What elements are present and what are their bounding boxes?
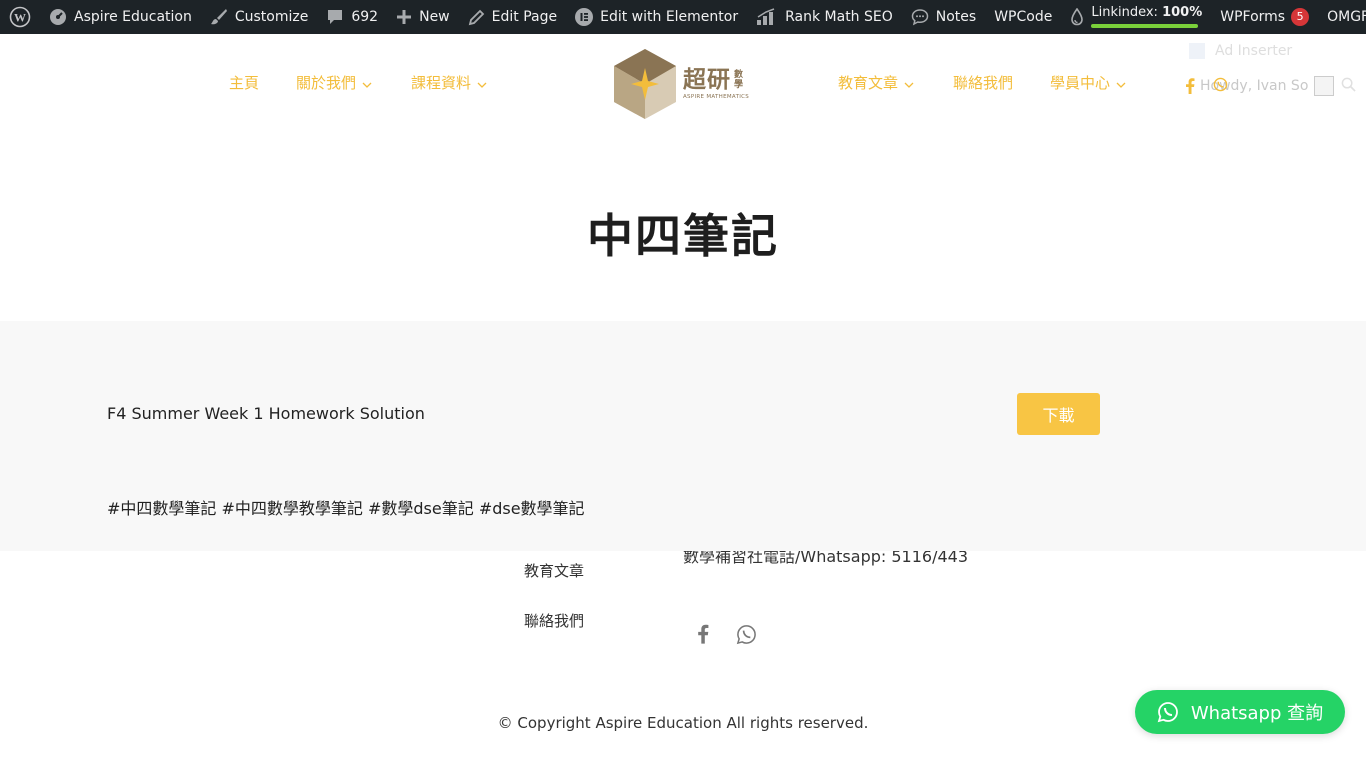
logo-chinese-text: 超研 xyxy=(683,67,731,93)
whatsapp-enquiry-button[interactable]: Whatsapp 查詢 xyxy=(1135,690,1345,734)
nav-about[interactable]: 關於我們 xyxy=(296,72,372,93)
linkindex-value: 100% xyxy=(1162,5,1203,20)
site-header: 主頁 關於我們 課程資料 超研 數學 ASPIRE MATHEMATICS 教育文… xyxy=(0,34,1366,134)
wp-admin-bar: W Aspire Education Customize 692 New Edi… xyxy=(0,0,1366,34)
tag-list[interactable]: #中四數學筆記 #中四數學教學筆記 #數學dse筆記 #dse數學筆記 xyxy=(107,495,585,519)
notes-label: Notes xyxy=(935,9,977,25)
dashboard-gauge-icon xyxy=(50,9,66,25)
nav-home[interactable]: 主頁 xyxy=(229,72,259,93)
wordpress-icon: W xyxy=(9,6,31,28)
omgf-link[interactable]: OMGF xyxy=(1318,0,1366,34)
nav-articles-label: 教育文章 xyxy=(838,74,899,92)
notes-chat-icon xyxy=(911,9,929,26)
rank-math-label: Rank Math SEO xyxy=(785,9,893,25)
comment-bubble-icon xyxy=(328,10,343,24)
facebook-icon[interactable] xyxy=(1185,78,1195,94)
omgf-label: OMGF xyxy=(1327,9,1366,25)
linkindex-progress-bar xyxy=(1091,24,1199,28)
nav-articles[interactable]: 教育文章 xyxy=(838,72,914,93)
ad-inserter-menu[interactable]: Ad Inserter xyxy=(1189,43,1292,59)
whatsapp-icon xyxy=(1157,702,1178,723)
notes-link[interactable]: Notes xyxy=(902,0,985,34)
ad-inserter-icon xyxy=(1189,43,1205,59)
svg-text:W: W xyxy=(14,11,26,25)
site-name-link[interactable]: Aspire Education xyxy=(40,0,201,34)
rank-math-link[interactable]: Rank Math SEO xyxy=(747,0,902,34)
elementor-icon xyxy=(575,8,594,26)
page-title: 中四筆記 xyxy=(587,209,779,263)
search-icon[interactable] xyxy=(1341,77,1356,92)
nav-student-centre[interactable]: 學員中心 xyxy=(1050,72,1126,93)
chevron-down-icon xyxy=(1116,82,1126,88)
customize-link[interactable]: Customize xyxy=(201,0,318,34)
wpforms-count-badge: 5 xyxy=(1291,8,1310,26)
nav-courses[interactable]: 課程資料 xyxy=(411,72,487,93)
aspire-hexagon-logo-icon xyxy=(614,49,676,119)
wpforms-link[interactable]: WPForms 5 xyxy=(1211,0,1318,34)
edit-page-link[interactable]: Edit Page xyxy=(459,0,566,34)
wpforms-label: WPForms xyxy=(1220,9,1286,25)
file-title: F4 Summer Week 1 Homework Solution xyxy=(107,404,425,423)
edit-elementor-label: Edit with Elementor xyxy=(600,9,739,25)
comments-count: 692 xyxy=(351,9,379,25)
nav-courses-label: 課程資料 xyxy=(411,74,472,92)
linkindex-status: Linkindex: 100% xyxy=(1091,6,1202,28)
nav-student-label: 學員中心 xyxy=(1050,74,1111,92)
plus-icon xyxy=(397,10,412,24)
nav-home-label: 主頁 xyxy=(229,74,260,92)
edit-page-label: Edit Page xyxy=(491,9,558,25)
avatar xyxy=(1314,76,1335,96)
wordpress-logo-button[interactable]: W xyxy=(0,0,40,34)
pencil-icon xyxy=(468,9,484,25)
site-name-label: Aspire Education xyxy=(74,9,192,25)
edit-with-elementor-link[interactable]: Edit with Elementor xyxy=(566,0,747,34)
chevron-down-icon xyxy=(362,82,372,88)
nav-about-label: 關於我們 xyxy=(296,74,357,92)
footer-link-articles[interactable]: 教育文章 xyxy=(524,560,584,581)
linkindex-link[interactable]: Linkindex: 100% xyxy=(1061,0,1211,34)
droplet-icon xyxy=(1071,8,1084,26)
comments-link[interactable]: 692 xyxy=(317,0,387,34)
chevron-down-icon xyxy=(477,82,487,88)
nav-contact-label: 聯絡我們 xyxy=(953,74,1014,92)
logo-chinese-small-text: 數學 xyxy=(734,70,745,90)
footer-whatsapp-icon[interactable] xyxy=(736,624,757,645)
new-content-link[interactable]: New xyxy=(387,0,459,34)
logo-english-text: ASPIRE MATHEMATICS xyxy=(683,94,750,100)
wpcode-label: WPCode xyxy=(994,9,1053,25)
whatsapp-enquiry-label: Whatsapp 查詢 xyxy=(1190,703,1324,724)
footer-link-contact[interactable]: 聯絡我們 xyxy=(524,610,584,631)
nav-contact[interactable]: 聯絡我們 xyxy=(953,72,1013,93)
whatsapp-icon[interactable] xyxy=(1213,77,1228,92)
download-panel: F4 Summer Week 1 Homework Solution 下載 #中… xyxy=(0,321,1366,551)
paintbrush-icon xyxy=(210,9,227,25)
wpcode-link[interactable]: WPCode xyxy=(985,0,1061,34)
chevron-down-icon xyxy=(904,82,914,88)
new-label: New xyxy=(419,9,450,25)
ad-inserter-label: Ad Inserter xyxy=(1215,43,1293,59)
footer-facebook-icon[interactable] xyxy=(697,624,709,644)
site-logo[interactable]: 超研 數學 ASPIRE MATHEMATICS xyxy=(613,48,749,120)
rank-math-icon xyxy=(757,8,775,25)
linkindex-label: Linkindex: xyxy=(1091,5,1158,20)
customize-label: Customize xyxy=(234,9,309,25)
download-button[interactable]: 下載 xyxy=(1017,393,1100,435)
